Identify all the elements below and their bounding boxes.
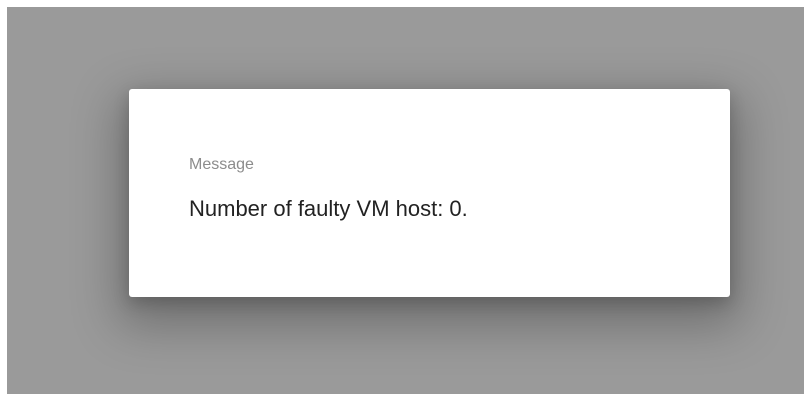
dialog-message: Number of faulty VM host: 0. <box>189 196 468 221</box>
dialog-title: Message <box>189 156 254 173</box>
message-dialog: Message Number of faulty VM host: 0. <box>129 89 730 297</box>
